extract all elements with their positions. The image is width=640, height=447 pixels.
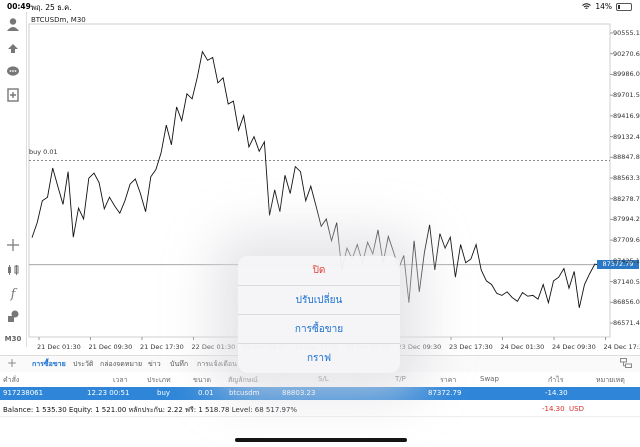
y-tick-label: 86571.45	[613, 319, 640, 327]
left-toolbar: f M30	[0, 12, 27, 347]
close-position-option[interactable]: ปิด	[238, 256, 400, 285]
y-tick-label: 87425.10	[613, 256, 640, 265]
col-symbol: สัญลักษณ์	[228, 376, 258, 384]
y-tick-label: 88278.75	[613, 194, 640, 203]
status-right: 14%	[582, 2, 632, 11]
objects-icon[interactable]	[5, 308, 21, 324]
x-tick-label: 21 Dec 17:30	[140, 343, 184, 351]
col-size: ขนาด	[193, 376, 212, 384]
y-tick-label: 89986.05	[613, 70, 640, 79]
row-price: 87372.79	[428, 389, 462, 397]
y-tick-label: 87140.55	[613, 277, 640, 286]
trade-arrows-icon[interactable]	[5, 40, 21, 56]
table-row[interactable]: 917238061 12.23 00:51 buy 0.01 btcusdm 8…	[0, 387, 640, 400]
y-tick-label: 88563.30	[613, 174, 640, 182]
total-profit: -14.30	[542, 405, 565, 413]
balance-text: Balance: 1 535.30 Equity: 1 521.00 หลักป…	[3, 406, 298, 414]
crosshair-icon[interactable]	[5, 237, 21, 253]
row-time: 12.23 00:51	[87, 389, 130, 397]
chart-option[interactable]: กราฟ	[238, 343, 400, 373]
x-tick-label: 24 Dec 17:30	[603, 343, 640, 351]
tab-history[interactable]: ประวัติ	[73, 359, 93, 370]
x-tick-label: 24 Dec 09:30	[552, 343, 596, 351]
trade-action-menu: ปิด ปรับเปลี่ยน การซื้อขาย กราฟ	[238, 256, 400, 373]
x-tick-label: 24 Dec 01:30	[500, 343, 545, 351]
tab-journal[interactable]: บันทึก	[170, 359, 188, 370]
trade-option[interactable]: การซื้อขาย	[238, 314, 400, 344]
status-time: 00:49	[7, 2, 31, 11]
col-type: ประเภท	[147, 376, 171, 384]
x-tick-label: 23 Dec 09:30	[397, 343, 442, 351]
col-order: คำสั่ง	[3, 376, 20, 384]
chart-symbol: BTCUSDm, M30	[31, 16, 86, 24]
total-currency: USD	[569, 405, 584, 413]
col-comment: หมายเหตุ	[596, 376, 625, 384]
balance-bar: Balance: 1 535.30 Equity: 1 521.00 หลักป…	[0, 402, 640, 417]
y-tick-label: 86856.00	[613, 298, 640, 307]
row-size: 0.01	[198, 389, 214, 397]
home-indicator	[235, 438, 407, 442]
row-profit: -14.30	[545, 389, 568, 397]
y-tick-label: 87709.65	[613, 236, 640, 245]
row-type: buy	[157, 389, 171, 397]
x-tick-label: 21 Dec 09:30	[88, 343, 133, 351]
y-tick-label: 89132.40	[613, 132, 640, 141]
battery-icon	[616, 2, 632, 11]
y-tick-label: 90270.60	[613, 49, 640, 58]
col-price: ราคา	[440, 376, 457, 384]
add-tab-button[interactable]: +	[7, 357, 17, 369]
x-tick-label: 22 Dec 01:30	[191, 343, 236, 351]
col-profit: กำไร	[548, 376, 564, 384]
y-tick-label: 89701.50	[613, 91, 640, 100]
col-sl: S/L	[318, 375, 329, 383]
x-tick-label: 21 Dec 01:30	[37, 343, 81, 351]
y-tick-label: 89416.95	[613, 111, 640, 120]
row-order: 917238061	[3, 389, 44, 397]
account-icon[interactable]	[5, 16, 21, 32]
battery-percent: 14%	[595, 2, 612, 11]
tab-trade[interactable]: การซื้อขาย	[32, 359, 66, 370]
wifi-icon	[582, 3, 592, 9]
new-order-icon[interactable]	[5, 87, 21, 103]
trades-table-header: คำสั่ง เวลา ประเภท ขนาด สัญลักษณ์ S/L T/…	[0, 372, 640, 386]
chart-type-icon[interactable]	[5, 262, 21, 278]
row-symbol: btcusdm	[229, 389, 260, 397]
col-swap: Swap	[480, 375, 499, 383]
y-tick-label: 87994.20	[613, 215, 640, 224]
modify-option[interactable]: ปรับเปลี่ยน	[238, 285, 400, 315]
buy-line-label: buy 0.01	[29, 148, 58, 156]
layout-icon[interactable]	[620, 358, 632, 368]
tab-alerts[interactable]: การแจ้งเตือน	[197, 359, 237, 370]
y-tick-label: 90555.15	[613, 29, 640, 37]
y-tick-label: 88847.85	[613, 153, 640, 162]
tab-news[interactable]: ข่าว	[148, 359, 161, 370]
x-tick-label: 23 Dec 17:30	[449, 343, 493, 351]
chat-icon[interactable]	[5, 64, 21, 80]
tab-mailbox[interactable]: กล่องจดหมาย	[100, 359, 142, 370]
timeframe-label[interactable]: M30	[5, 331, 22, 347]
col-tp: T/P	[395, 375, 406, 383]
row-open-price: 88803.23	[282, 389, 316, 397]
col-time: เวลา	[113, 376, 128, 384]
indicators-icon[interactable]: f	[5, 286, 21, 302]
